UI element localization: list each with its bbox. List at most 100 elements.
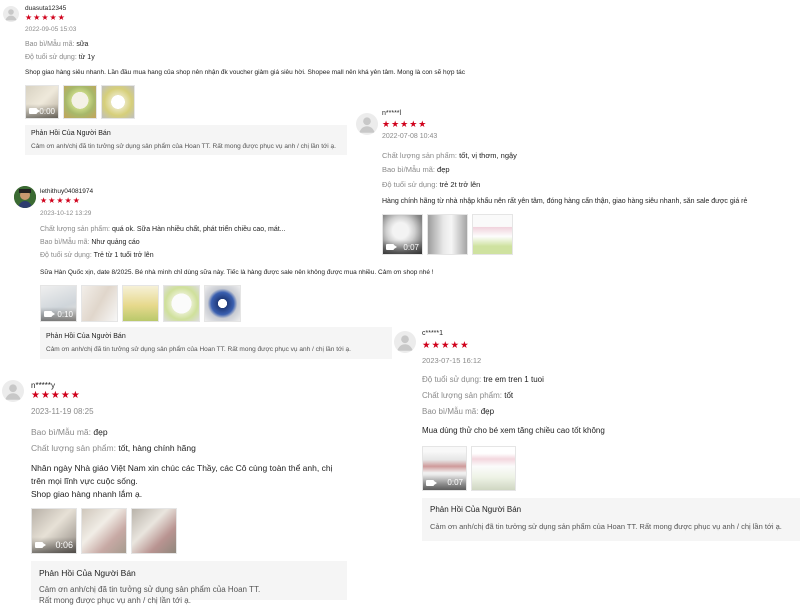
attribute-value: đẹp <box>480 407 495 416</box>
review-card: lethithuy04081974 ★★★★★ 2023-10-12 13:29… <box>0 178 434 368</box>
user-placeholder-icon <box>5 9 17 21</box>
reviewer-name[interactable]: n*****y <box>31 381 55 390</box>
image-thumbnail[interactable] <box>81 285 118 322</box>
image-thumbnail[interactable] <box>472 214 513 255</box>
image-thumbnail[interactable] <box>131 508 177 554</box>
image-thumbnail[interactable] <box>122 285 159 322</box>
attribute-row: Bao bì/Mẫu mã: Như quảng cáo <box>40 239 140 246</box>
avatar[interactable] <box>2 380 24 402</box>
review-media: 0:00 <box>25 85 139 119</box>
attribute-value: từ 1y <box>78 54 95 61</box>
image-thumbnail[interactable] <box>163 285 200 322</box>
video-thumbnail[interactable]: 0:00 <box>25 85 59 119</box>
reply-text: Cảm ơn anh/chị đã tin tưởng sử dụng sản … <box>46 346 351 353</box>
reply-title: Phản Hồi Của Người Bán <box>39 568 136 578</box>
review-media: 0:10 <box>40 285 245 322</box>
review-text: Sữa Hàn Quốc xịn, date 8/2025. Bé nhà mì… <box>40 269 434 276</box>
avatar[interactable] <box>394 331 416 353</box>
attribute-row: Độ tuổi sử dụng: trẻ 2t trở lên <box>382 180 480 189</box>
review-date: 2022-07-08 10:43 <box>382 133 438 140</box>
attribute-label: Chất lượng sản phẩm: <box>31 443 116 453</box>
rating-stars: ★★★★★ <box>422 340 470 351</box>
attribute-label: Bao bì/Mẫu mã: <box>25 41 75 48</box>
review-text-line: Nhân ngày Nhà giáo Việt Nam xin chúc các… <box>31 463 333 473</box>
video-thumbnail[interactable]: 0:10 <box>40 285 77 322</box>
video-thumbnail[interactable]: 0:06 <box>31 508 77 554</box>
avatar[interactable] <box>3 6 19 22</box>
video-camera-icon <box>426 479 437 486</box>
attribute-label: Bao bì/Mẫu mã: <box>31 427 92 437</box>
attribute-label: Bao bì/Mẫu mã: <box>40 239 90 246</box>
user-avatar-image <box>14 186 36 208</box>
review-date: 2023-11-19 08:25 <box>31 407 94 416</box>
review-media: 0:07 <box>382 214 517 255</box>
attribute-value: quá ok. Sữa Hàn nhiều chất, phát triển c… <box>111 226 286 233</box>
attribute-label: Độ tuổi sử dụng: <box>40 252 92 259</box>
seller-reply: Phản Hồi Của Người Bán Cảm ơn anh/chị đã… <box>422 498 800 541</box>
attribute-value: đẹp <box>437 165 450 174</box>
review-card: duasuta12345 ★★★★★ 2022-09-05 15:03 Bao … <box>0 0 465 160</box>
video-duration: 0:00 <box>39 106 55 116</box>
attribute-label: Độ tuổi sử dụng: <box>25 54 77 61</box>
review-date: 2023-10-12 13:29 <box>40 210 92 217</box>
seller-reply: Phản Hồi Của Người Bán Cảm ơn anh/chị đã… <box>25 125 347 155</box>
user-placeholder-icon <box>5 384 21 400</box>
attribute-row: Bao bì/Mẫu mã: sữa <box>25 41 88 48</box>
image-thumbnail[interactable] <box>471 446 516 491</box>
attribute-value: sữa <box>76 41 89 48</box>
image-thumbnail[interactable] <box>427 214 468 255</box>
avatar[interactable] <box>356 113 378 135</box>
video-camera-icon <box>386 244 397 250</box>
video-thumbnail[interactable]: 0:07 <box>382 214 423 255</box>
attribute-row: Chất lượng sản phẩm: tốt <box>422 391 513 400</box>
image-thumbnail[interactable] <box>81 508 127 554</box>
review-text: Hàng chính hãng từ nhà nhập khẩu nên rất… <box>382 198 748 205</box>
video-camera-icon <box>44 311 55 317</box>
image-thumbnail[interactable] <box>63 85 97 119</box>
review-date: 2022-09-05 15:03 <box>25 26 77 33</box>
video-camera-icon <box>35 542 46 548</box>
reply-text: Cảm ơn anh/chị đã tin tưởng sử dụng sản … <box>31 143 336 150</box>
reply-text: Cảm ơn anh/chị đã tin tưởng sử dụng sản … <box>430 522 782 531</box>
video-duration: 0:10 <box>57 309 73 319</box>
reviewer-name[interactable]: lethithuy04081974 <box>40 188 93 195</box>
reply-title: Phản Hồi Của Người Bán <box>46 333 126 340</box>
avatar[interactable] <box>14 186 36 208</box>
attribute-label: Chất lượng sản phẩm: <box>422 391 502 400</box>
image-thumbnail[interactable] <box>204 285 241 322</box>
attribute-row: Chất lượng sản phẩm: quá ok. Sữa Hàn nhi… <box>40 226 286 233</box>
attribute-value: tốt, hàng chính hãng <box>118 443 196 453</box>
review-text: Mua dùng thử cho bé xem tăng chiều cao t… <box>422 426 605 435</box>
video-duration: 0:07 <box>447 478 463 487</box>
seller-reply: Phản Hồi Của Người Bán Cảm ơn anh/chị đã… <box>40 327 392 359</box>
rating-stars: ★★★★★ <box>31 390 81 401</box>
review-date: 2023-07-15 16:12 <box>422 356 482 365</box>
reply-text: Rất mong được phục vụ anh / chị lần tới … <box>39 596 191 605</box>
reviewer-name[interactable]: duasuta12345 <box>25 5 66 12</box>
reply-title: Phản Hồi Của Người Bán <box>430 505 522 514</box>
review-card: n*****y ★★★★★ 2023-11-19 08:25 Bao bì/Mẫ… <box>0 372 400 605</box>
reviewer-name[interactable]: n*****l <box>382 110 401 117</box>
attribute-row: Chất lượng sản phẩm: tốt, hàng chính hãn… <box>31 443 196 453</box>
attribute-row: Độ tuổi sử dụng: Trẻ từ 1 tuổi trở lên <box>40 252 154 259</box>
review-media: 0:07 <box>422 446 520 491</box>
attribute-row: Độ tuổi sử dụng: từ 1y <box>25 54 95 61</box>
attribute-row: Bao bì/Mẫu mã: đẹp <box>31 427 108 437</box>
review-text: Nhân ngày Nhà giáo Việt Nam xin chúc các… <box>31 462 396 501</box>
attribute-value: Trẻ từ 1 tuổi trở lên <box>93 252 154 259</box>
video-duration: 0:07 <box>403 242 419 252</box>
seller-reply: Phản Hồi Của Người Bán Cảm ơn anh/chị đã… <box>31 561 347 605</box>
rating-stars: ★★★★★ <box>40 196 81 205</box>
reply-title: Phản Hồi Của Người Bán <box>31 130 111 137</box>
attribute-value: Như quảng cáo <box>91 239 140 246</box>
attribute-label: Chất lượng sản phẩm: <box>382 151 457 160</box>
attribute-row: Độ tuổi sử dụng: tre em tren 1 tuoi <box>422 375 544 384</box>
user-placeholder-icon <box>359 117 375 133</box>
rating-stars: ★★★★★ <box>25 13 66 22</box>
video-thumbnail[interactable]: 0:07 <box>422 446 467 491</box>
attribute-value: đẹp <box>93 427 108 437</box>
reviewer-name[interactable]: c*****1 <box>422 330 443 337</box>
attribute-value: tốt <box>504 391 514 400</box>
user-placeholder-icon <box>397 335 413 351</box>
image-thumbnail[interactable] <box>101 85 135 119</box>
